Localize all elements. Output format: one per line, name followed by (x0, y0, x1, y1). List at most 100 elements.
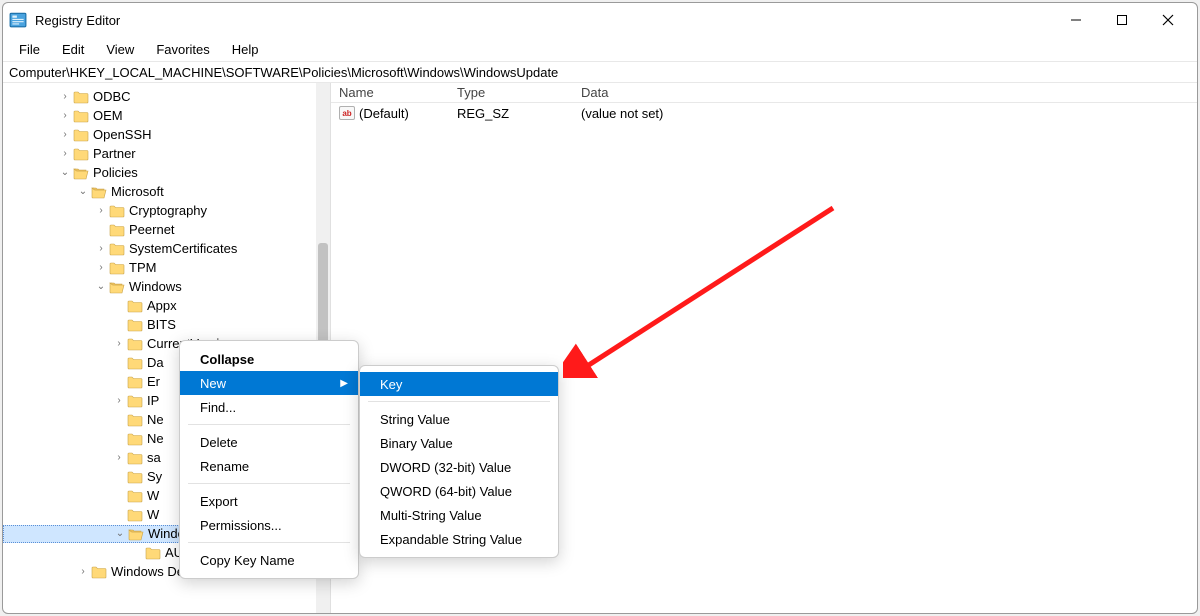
chevron-right-icon[interactable]: › (57, 89, 73, 105)
tree-item-label: Windows (129, 278, 182, 296)
tree-item-cryptography[interactable]: › Cryptography (3, 202, 330, 220)
value-name: (Default) (359, 106, 409, 121)
chevron-down-icon[interactable]: ⌄ (75, 184, 91, 200)
chevron-right-icon[interactable]: › (57, 146, 73, 162)
value-type: REG_SZ (449, 106, 573, 121)
submenu-item-dword-32-bit-value[interactable]: DWORD (32-bit) Value (360, 455, 558, 479)
column-type[interactable]: Type (449, 85, 573, 100)
menu-file[interactable]: File (9, 40, 50, 59)
menu-item-collapse[interactable]: Collapse (180, 347, 358, 371)
chevron-right-icon[interactable]: › (111, 393, 127, 409)
tree-item-odbc[interactable]: ›ODBC (3, 88, 330, 106)
chevron-down-icon[interactable]: ⌄ (57, 165, 73, 181)
tree-item-appx[interactable]: ›Appx (3, 297, 330, 315)
chevron-right-icon[interactable]: › (75, 564, 91, 580)
menu-item-rename[interactable]: Rename (180, 454, 358, 478)
chevron-right-icon[interactable]: › (93, 203, 109, 219)
folder-icon (109, 203, 125, 219)
address-bar[interactable]: Computer\HKEY_LOCAL_MACHINE\SOFTWARE\Pol… (3, 61, 1197, 83)
column-name[interactable]: Name (331, 85, 449, 100)
menu-item-copy-key-name[interactable]: Copy Key Name (180, 548, 358, 572)
folder-icon (145, 545, 161, 561)
menu-help[interactable]: Help (222, 40, 269, 59)
value-data: (value not set) (573, 106, 1197, 121)
tree-item-openssh[interactable]: ›OpenSSH (3, 126, 330, 144)
scrollbar-thumb[interactable] (318, 243, 328, 353)
submenu-arrow-icon: ▶ (340, 378, 348, 389)
chevron-down-icon[interactable]: ⌄ (93, 279, 109, 295)
tree-item-peernet[interactable]: ›Peernet (3, 221, 330, 239)
tree-item-label: TPM (129, 259, 156, 277)
tree-item-tpm[interactable]: › TPM (3, 259, 330, 277)
submenu-item-expandable-string-value[interactable]: Expandable String Value (360, 527, 558, 551)
folder-open-icon (128, 526, 144, 542)
chevron-right-icon[interactable]: › (57, 127, 73, 143)
folder-icon (109, 241, 125, 257)
tree-item-label: Er (147, 373, 160, 391)
chevron-right-icon[interactable]: › (111, 450, 127, 466)
folder-open-icon (73, 165, 89, 181)
chevron-down-icon[interactable]: ⌄ (112, 526, 128, 542)
submenu-item-qword-64-bit-value[interactable]: QWORD (64-bit) Value (360, 479, 558, 503)
tree-item-partner[interactable]: ›Partner (3, 145, 330, 163)
column-data[interactable]: Data (573, 85, 1197, 100)
menu-item-permissions[interactable]: Permissions... (180, 513, 358, 537)
menu-view[interactable]: View (96, 40, 144, 59)
folder-icon (127, 412, 143, 428)
menu-item-export[interactable]: Export (180, 489, 358, 513)
menu-item-new[interactable]: New▶ (180, 371, 358, 395)
menu-item-find[interactable]: Find... (180, 395, 358, 419)
chevron-right-icon[interactable]: › (111, 336, 127, 352)
tree-item-windows[interactable]: ⌄ Windows (3, 278, 330, 296)
tree-item-label: Da (147, 354, 164, 372)
folder-icon (73, 127, 89, 143)
chevron-right-icon[interactable]: › (93, 260, 109, 276)
window-title: Registry Editor (35, 13, 120, 28)
app-icon (9, 11, 27, 29)
submenu-item-multi-string-value[interactable]: Multi-String Value (360, 503, 558, 527)
menu-favorites[interactable]: Favorites (146, 40, 219, 59)
maximize-button[interactable] (1099, 5, 1145, 35)
tree-item-systemcertificates[interactable]: ›SystemCertificates (3, 240, 330, 258)
tree-item-label: W (147, 506, 159, 524)
chevron-right-icon[interactable]: › (93, 241, 109, 257)
folder-icon (73, 108, 89, 124)
chevron-right-icon[interactable]: › (57, 108, 73, 124)
tree-item-label: Policies (93, 164, 138, 182)
folder-open-icon (109, 279, 125, 295)
menu-edit[interactable]: Edit (52, 40, 94, 59)
folder-icon (127, 507, 143, 523)
tree-item-label: Ne (147, 430, 164, 448)
titlebar: Registry Editor (3, 3, 1197, 37)
close-button[interactable] (1145, 5, 1191, 35)
tree-item-label: Cryptography (129, 202, 207, 220)
folder-icon (127, 488, 143, 504)
submenu-item-binary-value[interactable]: Binary Value (360, 431, 558, 455)
folder-icon (127, 393, 143, 409)
tree-item-label: IP (147, 392, 159, 410)
reg-sz-icon: ab (339, 106, 355, 120)
tree-item-microsoft[interactable]: ⌄ Microsoft (3, 183, 330, 201)
tree-item-bits[interactable]: ›BITS (3, 316, 330, 334)
folder-icon (109, 222, 125, 238)
tree-item-label: Appx (147, 297, 177, 315)
folder-icon (127, 450, 143, 466)
folder-icon (73, 89, 89, 105)
tree-item-label: Ne (147, 411, 164, 429)
tree-item-label: Microsoft (111, 183, 164, 201)
menu-item-delete[interactable]: Delete (180, 430, 358, 454)
tree-item-label: sa (147, 449, 161, 467)
context-menu: CollapseNew▶Find... DeleteRename ExportPer… (179, 340, 359, 579)
value-row[interactable]: ab (Default) REG_SZ(value not set) (331, 103, 1197, 123)
folder-icon (73, 146, 89, 162)
submenu-item-string-value[interactable]: String Value (360, 407, 558, 431)
tree-item-policies[interactable]: ⌄ Policies (3, 164, 330, 182)
tree-item-label: BITS (147, 316, 176, 334)
list-header: Name Type Data (331, 83, 1197, 103)
folder-icon (127, 336, 143, 352)
tree-item-oem[interactable]: ›OEM (3, 107, 330, 125)
submenu-item-key[interactable]: Key (360, 372, 558, 396)
menubar: FileEditViewFavoritesHelp (3, 37, 1197, 61)
minimize-button[interactable] (1053, 5, 1099, 35)
folder-open-icon (91, 184, 107, 200)
